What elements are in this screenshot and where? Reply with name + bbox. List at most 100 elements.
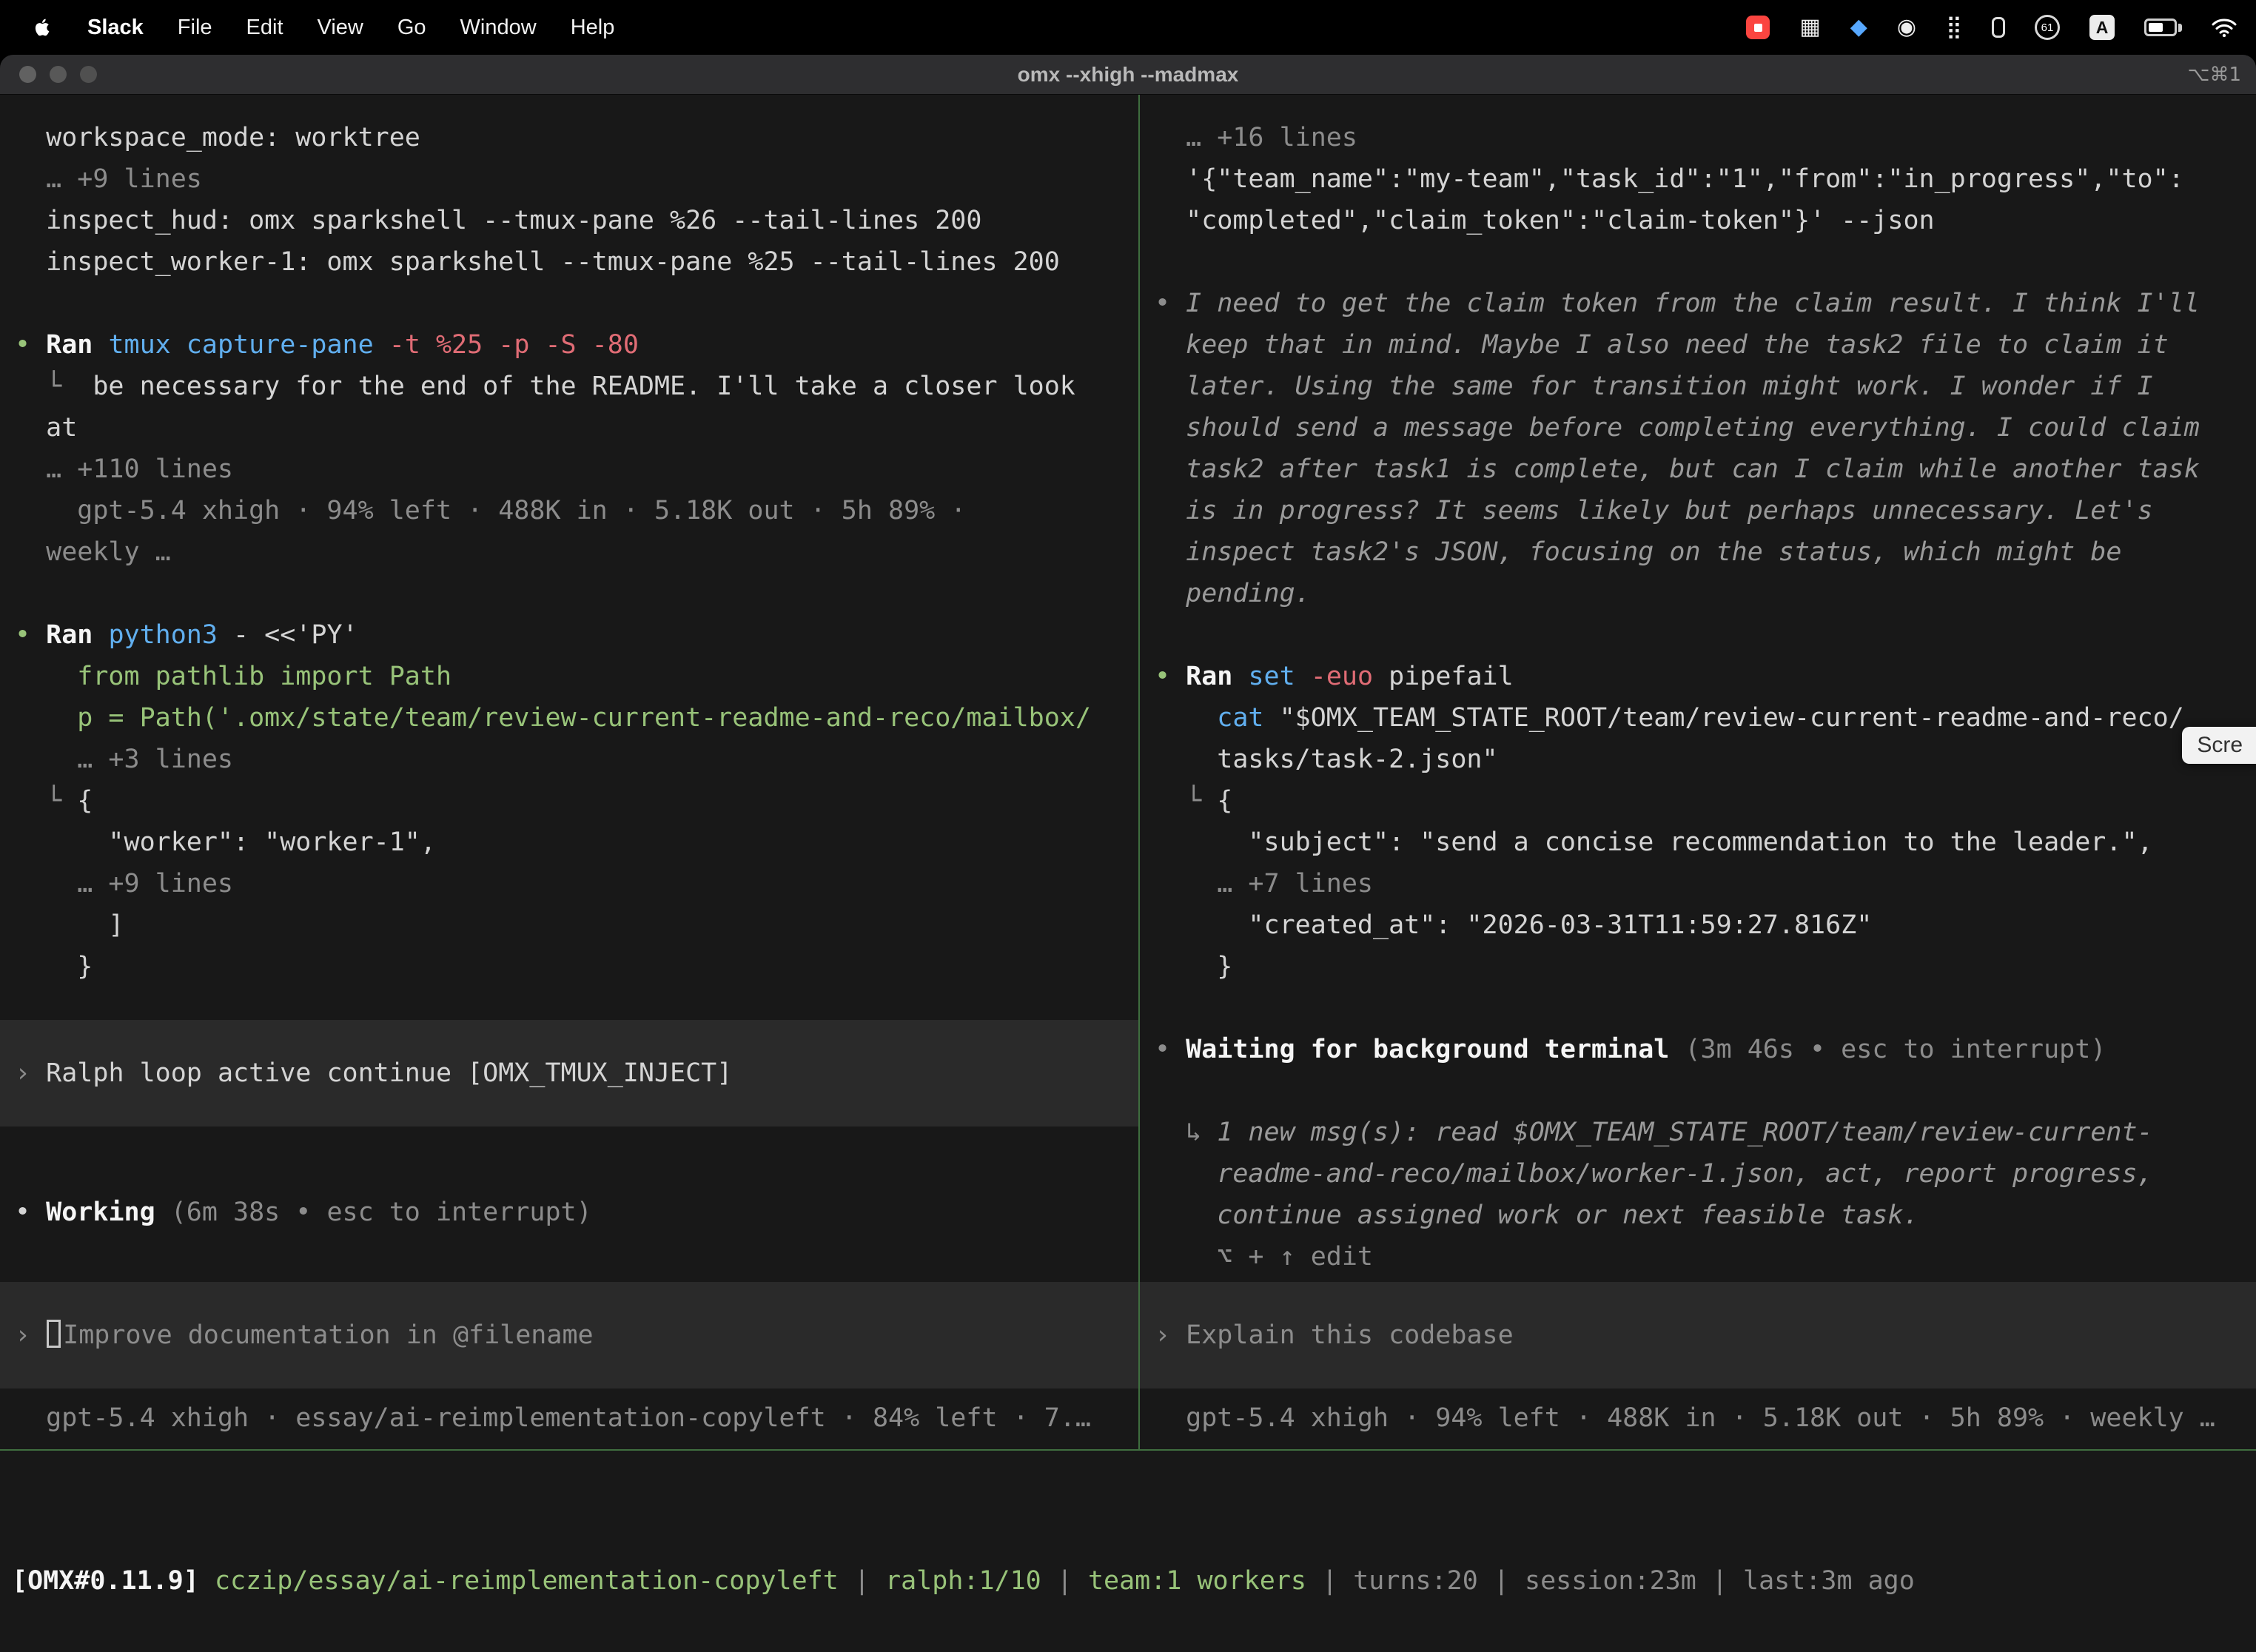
left-pane[interactable]: workspace_mode: worktree … +9 lines insp… [0,95,1138,1449]
terminal-line: "completed","claim_token":"claim-token"}… [1155,200,2250,241]
menu-bar-status-icons: ▦ ◆ ◉ ⣿ 61 A [1746,15,2237,40]
terminal-line: … +110 lines [15,449,1132,490]
terminal-line [1155,241,2250,283]
terminal-line: … +7 lines [1155,863,2250,904]
terminal-line: should send a message before completing … [1155,407,2250,449]
battery-ring-icon[interactable]: 61 [2035,15,2060,40]
app-blue-icon[interactable]: ◆ [1850,16,1867,38]
left-pane-bottom: › Improve documentation in @filename gpt… [15,1282,1132,1439]
wifi-icon[interactable] [2212,18,2237,37]
terminal-line: tasks/task-2.json" [1155,739,2250,780]
tmux-panes: workspace_mode: worktree … +9 lines insp… [0,95,2256,1449]
terminal-line: inspect_worker-1: omx sparkshell --tmux-… [15,241,1132,283]
terminal-line: continue assigned work or next feasible … [1155,1195,2250,1236]
close-button[interactable] [19,66,36,83]
terminal-line: later. Using the same for transition mig… [1155,366,2250,407]
terminal-line: from pathlib import Path [15,656,1132,697]
terminal-line: … +9 lines [15,158,1132,200]
terminal-line: … +9 lines [15,863,1132,904]
window-shortcut-label: ⌥⌘1 [2187,64,2256,86]
input-source-label: A [2096,18,2109,38]
prompt-strip[interactable]: › Improve documentation in @filename [0,1282,1138,1389]
screen: Slack File Edit View Go Window Help ▦ ◆ ◉ ⣿ 6… [0,0,2256,1652]
omx-status-bar: [OMX#0.11.9] cczip/essay/ai-reimplementa… [0,1451,2256,1652]
terminal-line [15,283,1132,324]
zoom-button[interactable] [80,66,97,83]
terminal-line: is in progress? It seems likely but perh… [1155,490,2250,531]
window-titlebar[interactable]: omx --xhigh --madmax ⌥⌘1 [0,55,2256,95]
terminal-window: omx --xhigh --madmax ⌥⌘1 workspace_mode:… [0,55,2256,1652]
terminal-line: keep that in mind. Maybe I also need the… [1155,324,2250,366]
terminal-line: └ { [1155,780,2250,822]
terminal-line: • I need to get the claim token from the… [1155,283,2250,324]
terminal-line: [OMX#0.11.9] cczip/essay/ai-reimplementa… [12,1560,2244,1602]
terminal-line: weekly … [15,531,1132,573]
terminal-line: p = Path('.omx/state/team/review-current… [15,697,1132,739]
terminal-line: cat "$OMX_TEAM_STATE_ROOT/team/review-cu… [1155,697,2250,739]
terminal-line: └ be necessary for the end of the README… [15,366,1132,407]
terminal-line: • Waiting for background terminal (3m 46… [1155,1029,2250,1070]
terminal-line: readme-and-reco/mailbox/worker-1.json, a… [1155,1153,2250,1195]
terminal-line: └ { [15,780,1132,822]
grid-icon[interactable]: ▦ [1799,16,1820,38]
terminal-line: gpt-5.4 xhigh · 94% left · 488K in · 5.1… [1155,1397,2250,1439]
terminal-line: inspect_hud: omx sparkshell --tmux-pane … [15,200,1132,241]
recording-indicator-icon[interactable] [1746,16,1770,39]
terminal-line: • Ran tmux capture-pane -t %25 -p -S -80 [15,324,1132,366]
menu-edit[interactable]: Edit [246,16,283,40]
minimize-button[interactable] [50,66,67,83]
terminal-line: "worker": "worker-1", [15,822,1132,863]
omx-status-line: [OMX#0.11.9] cczip/essay/ai-reimplementa… [12,1560,2244,1602]
terminal-line [1155,614,2250,656]
window-title: omx --xhigh --madmax [0,63,2256,87]
terminal-line [1155,1070,2250,1112]
terminal-line: ⌥ + ↑ edit [1155,1236,2250,1277]
terminal-line: "created_at": "2026-03-31T11:59:27.816Z" [1155,904,2250,946]
battery-fill [2149,23,2163,32]
device-icon[interactable] [1992,17,2005,38]
screenshot-toast[interactable]: Scre [2182,727,2256,764]
menu-go[interactable]: Go [397,16,426,40]
menu-file[interactable]: File [178,16,212,40]
battery-icon[interactable] [2144,19,2182,36]
terminal-line: ↳ 1 new msg(s): read $OMX_TEAM_STATE_ROO… [1155,1112,2250,1153]
terminal-line: task2 after task1 is complete, but can I… [1155,449,2250,490]
menu-view[interactable]: View [318,16,363,40]
terminal-line: • Ran set -euo pipefail [1155,656,2250,697]
text-cursor [47,1320,61,1348]
terminal-line: inspect task2's JSON, focusing on the st… [1155,531,2250,573]
right-pane[interactable]: … +16 lines '{"team_name":"my-team","tas… [1140,95,2256,1449]
right-pane-bottom: › Explain this codebase gpt-5.4 xhigh · … [1155,1282,2250,1439]
terminal-line: gpt-5.4 xhigh · essay/ai-reimplementatio… [15,1397,1132,1439]
terminal-line: ] [15,904,1132,946]
terminal-line: } [15,946,1132,987]
terminal-line: gpt-5.4 xhigh · 94% left · 488K in · 5.1… [15,490,1132,531]
input-source-icon[interactable]: A [2089,15,2115,40]
terminal-line: pending. [1155,573,2250,614]
dots-grid-icon[interactable]: ⣿ [1946,16,1962,38]
prompt-strip[interactable]: › Ralph loop active continue [OMX_TMUX_I… [0,1020,1138,1126]
terminal-line: workspace_mode: worktree [15,117,1132,158]
battery-body [2144,19,2177,36]
terminal-line: "subject": "send a concise recommendatio… [1155,822,2250,863]
terminal-line: at [15,407,1132,449]
menu-bar-left: Slack File Edit View Go Window Help [31,16,614,40]
terminal-line: • Ran python3 - <<'PY' [15,614,1132,656]
right-pane-content: … +16 lines '{"team_name":"my-team","tas… [1155,117,2250,1277]
prompt-strip[interactable]: › Explain this codebase [1140,1282,2256,1389]
left-pane-content: workspace_mode: worktree … +9 lines insp… [15,117,1132,1233]
terminal-line: • Working (6m 38s • esc to interrupt) [15,1192,1132,1233]
terminal-line: '{"team_name":"my-team","task_id":"1","f… [1155,158,2250,200]
terminal-line: … +16 lines [1155,117,2250,158]
window-controls [0,66,97,83]
battery-cap [2178,24,2182,32]
menu-help[interactable]: Help [571,16,615,40]
battery-percent-label: 61 [2041,21,2054,34]
app-dark-icon[interactable]: ◉ [1897,16,1916,38]
menu-window[interactable]: Window [460,16,537,40]
terminal-line [15,573,1132,614]
apple-menu-icon[interactable] [31,16,53,38]
menu-bar: Slack File Edit View Go Window Help ▦ ◆ ◉ ⣿ 6… [0,0,2256,55]
menu-app-name[interactable]: Slack [87,16,144,40]
terminal-line [1155,987,2250,1029]
